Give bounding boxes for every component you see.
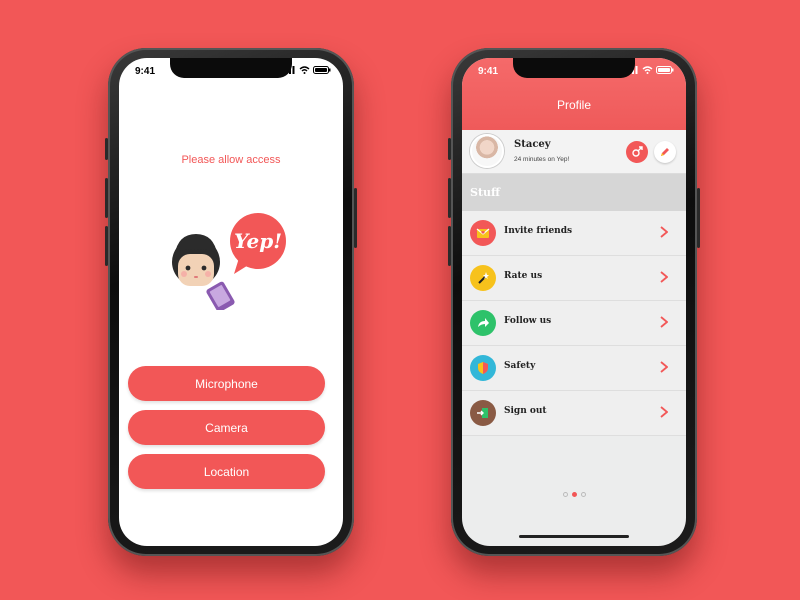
profile-status: 24 minutes on Yep! — [514, 156, 570, 163]
power-button — [354, 188, 357, 248]
chevron-right-icon — [660, 226, 668, 238]
mute-switch — [105, 138, 108, 160]
permission-illustration: Yep! — [172, 213, 286, 310]
chevron-right-icon — [660, 271, 668, 283]
volume-down-button — [105, 226, 108, 266]
page-indicator — [462, 492, 686, 497]
section-header: Stuff — [462, 174, 686, 211]
chevron-right-icon — [660, 406, 668, 418]
allow-access-title: Please allow access — [181, 154, 281, 166]
menu-item-invite-friends[interactable]: Invite friends — [462, 211, 686, 256]
shield-icon — [470, 355, 496, 381]
home-indicator[interactable] — [519, 535, 629, 538]
microphone-button[interactable]: Microphone — [128, 366, 325, 401]
menu-item-follow-us[interactable]: Follow us — [462, 301, 686, 346]
power-button — [697, 188, 700, 248]
handheld-phone-icon — [206, 281, 235, 310]
edit-profile-button[interactable] — [654, 141, 676, 163]
yep-bubble-icon: Yep! — [230, 213, 286, 274]
yep-logo-text: Yep! — [234, 229, 282, 253]
exit-door-icon — [470, 400, 496, 426]
wifi-icon — [299, 66, 310, 74]
left-phone: 9:41 Please allow access Yep! Microphone… — [105, 48, 357, 556]
envelope-icon — [470, 220, 496, 246]
menu-item-label: Safety — [504, 361, 536, 371]
notch — [513, 58, 635, 78]
page-dot[interactable] — [562, 492, 568, 497]
permissions-screen: 9:41 Please allow access Yep! Microphone… — [119, 58, 343, 546]
camera-button[interactable]: Camera — [128, 410, 325, 445]
menu-item-safety[interactable]: Safety — [462, 346, 686, 391]
volume-up-button — [105, 178, 108, 218]
gender-icon — [632, 146, 643, 157]
menu-item-label: Follow us — [504, 316, 552, 326]
profile-screen: Profile 9:41 Stacey 24 minutes on Yep! S… — [462, 58, 686, 546]
volume-up-button — [448, 178, 451, 218]
notch — [170, 58, 292, 78]
profile-card[interactable]: Stacey 24 minutes on Yep! — [462, 130, 686, 174]
menu-item-label: Invite friends — [504, 226, 573, 236]
menu-item-rate-us[interactable]: Rate us — [462, 256, 686, 301]
location-button[interactable]: Location — [128, 454, 325, 489]
battery-icon — [313, 66, 331, 74]
girl-avatar-icon — [172, 234, 220, 286]
status-time: 9:41 — [135, 66, 156, 77]
chevron-right-icon — [660, 361, 668, 373]
page-dot[interactable] — [580, 492, 586, 497]
page-dot-active[interactable] — [571, 492, 577, 497]
wifi-icon — [642, 66, 653, 74]
magic-wand-icon — [470, 265, 496, 291]
menu-item-label: Rate us — [504, 271, 543, 281]
mute-switch — [448, 138, 451, 160]
chevron-right-icon — [660, 316, 668, 328]
status-time: 9:41 — [478, 66, 499, 77]
volume-down-button — [448, 226, 451, 266]
menu-item-label: Sign out — [504, 406, 547, 416]
gender-button[interactable] — [626, 141, 648, 163]
right-phone: Profile 9:41 Stacey 24 minutes on Yep! S… — [448, 48, 700, 556]
battery-icon — [656, 66, 674, 74]
profile-name: Stacey — [514, 139, 551, 150]
menu-item-sign-out[interactable]: Sign out — [462, 391, 686, 436]
share-arrow-icon — [470, 310, 496, 336]
avatar[interactable] — [470, 134, 504, 168]
pencil-icon — [661, 148, 669, 156]
profile-title: Profile — [556, 98, 591, 112]
